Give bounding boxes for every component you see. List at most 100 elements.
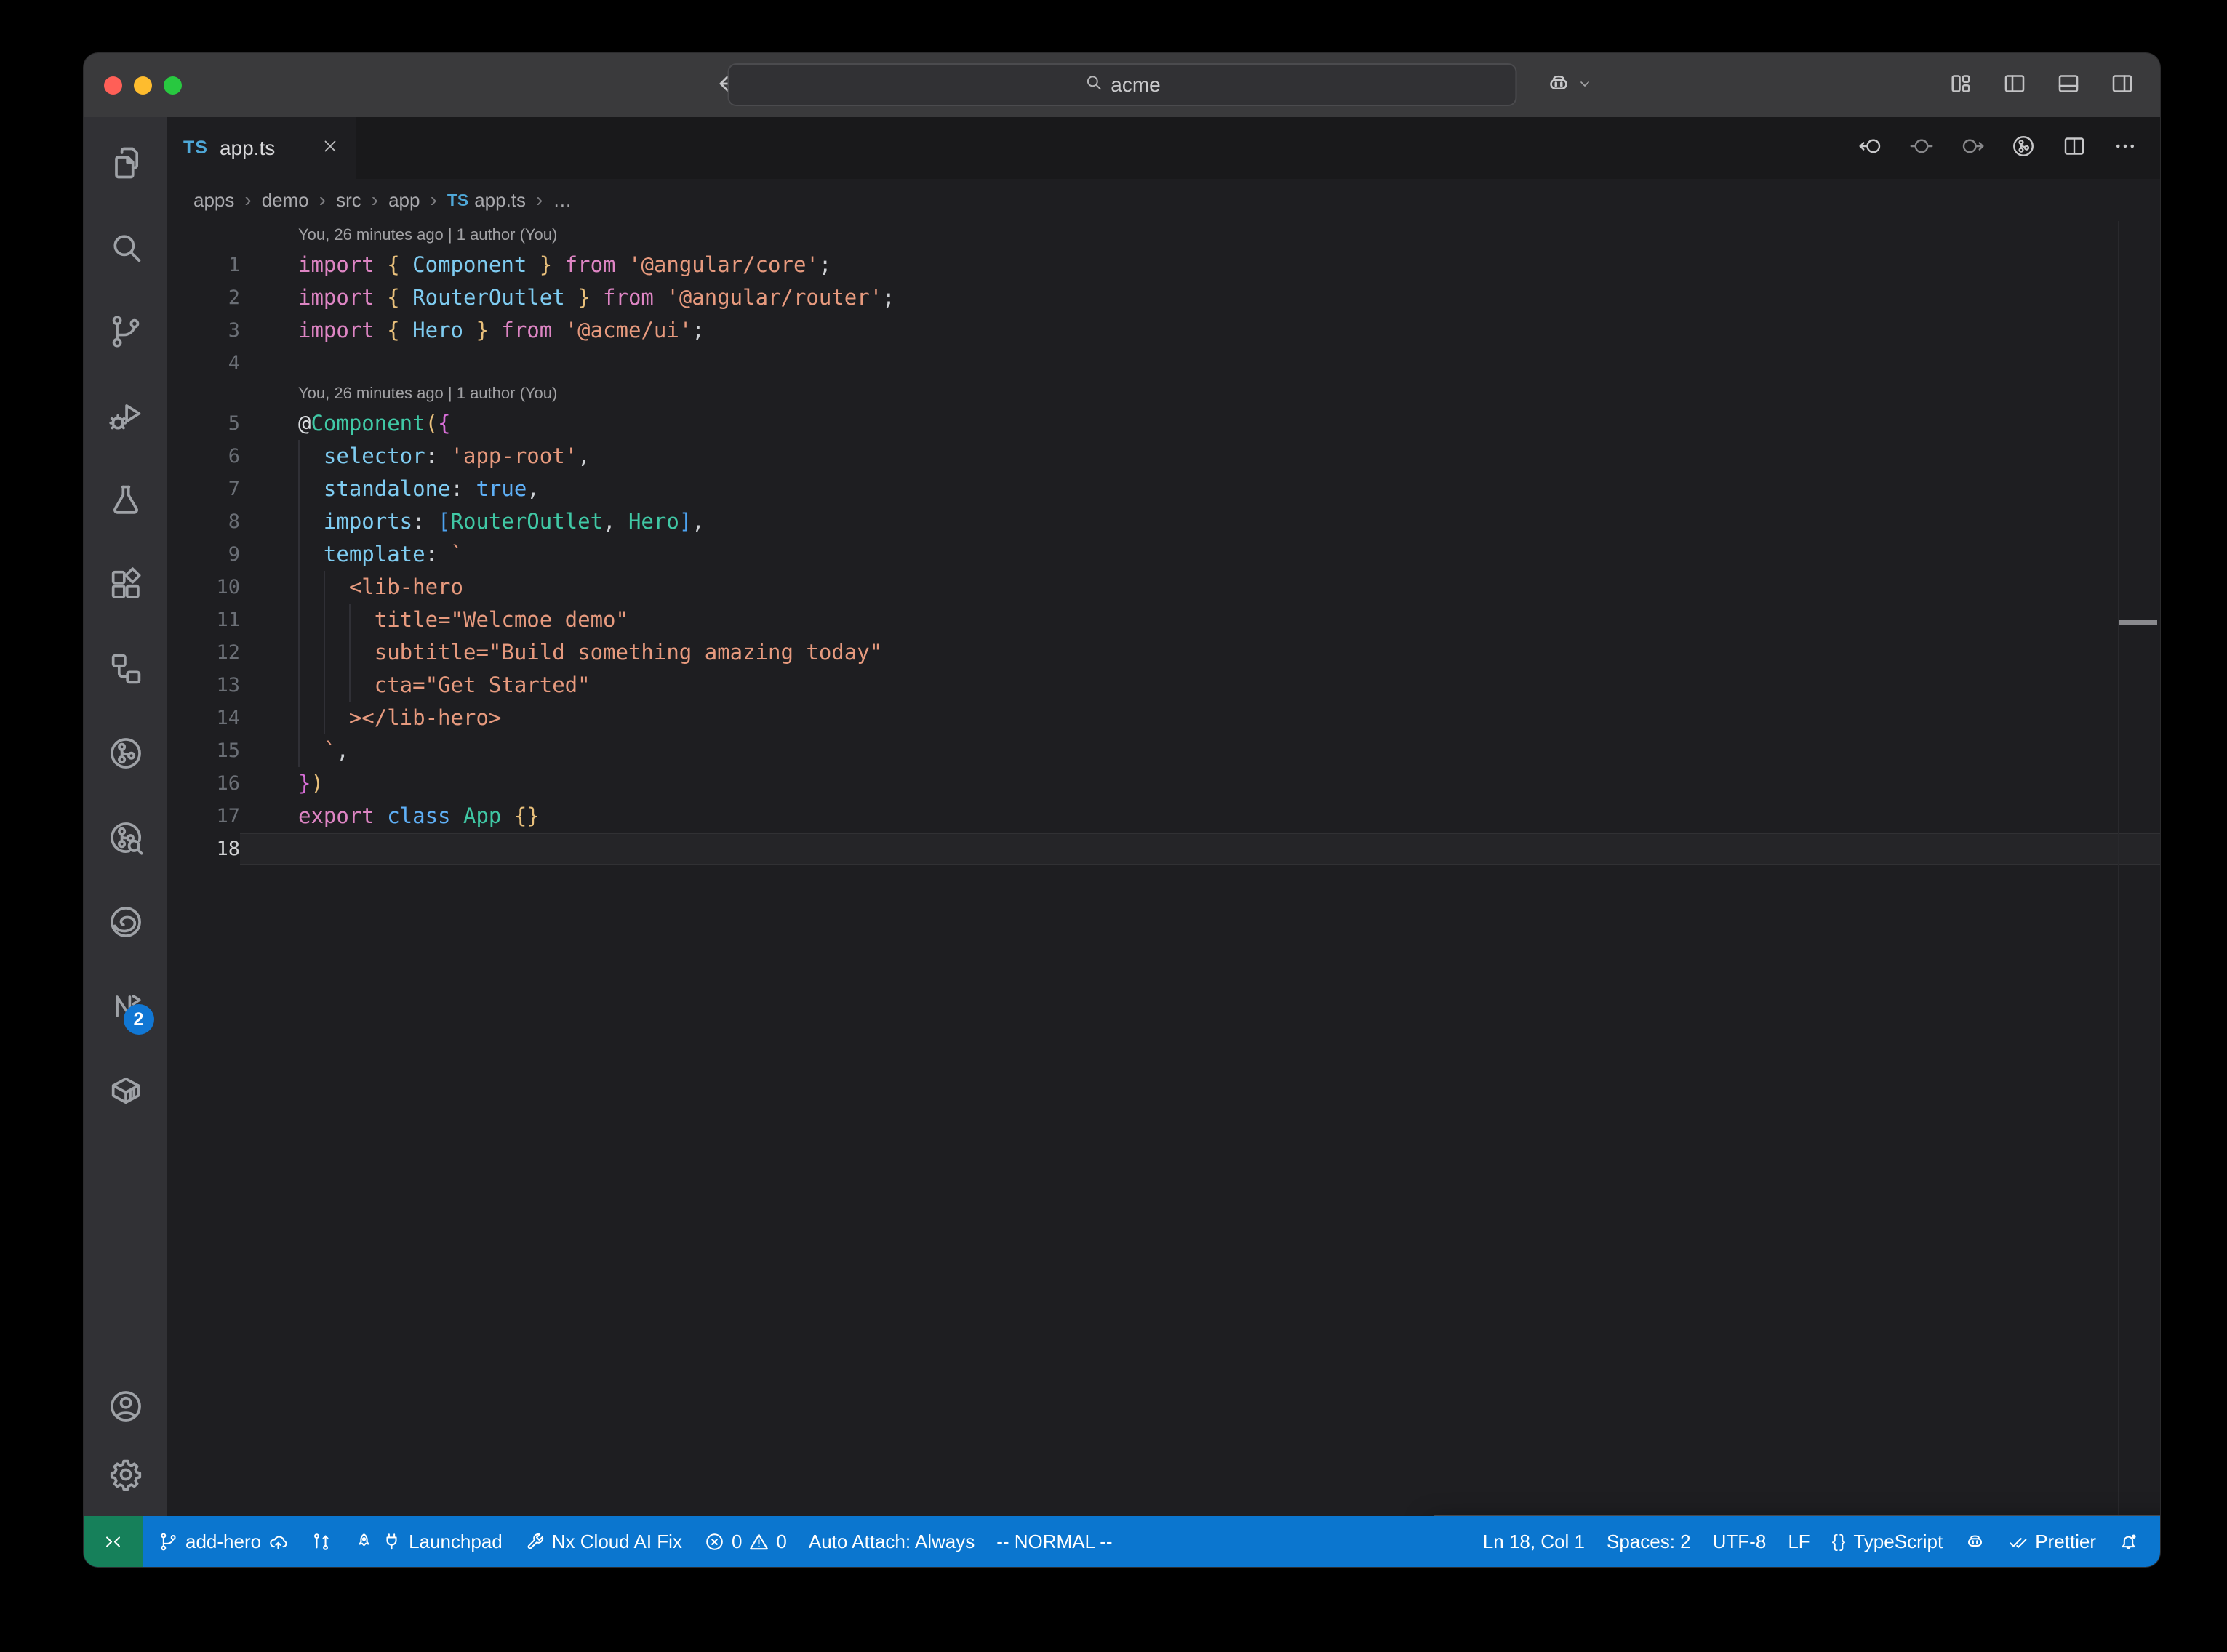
close-window-button[interactable] [104,76,122,95]
indent-guide-line [298,604,300,636]
line-content: import { Hero } from '@acme/ui'; [240,314,2160,347]
code-line[interactable]: 8 imports: [RouterOutlet, Hero], [167,505,2160,538]
status-encoding[interactable]: UTF-8 [1702,1516,1778,1567]
status-indentation[interactable]: Spaces: 2 [1596,1516,1702,1567]
status-notifications-bell[interactable] [2107,1516,2150,1567]
breadcrumb-item[interactable]: demo [262,189,309,212]
line-content: <lib-hero [240,571,2160,604]
status-problems[interactable]: 00 [693,1516,798,1567]
status-cursor-position[interactable]: Ln 18, Col 1 [1472,1516,1596,1567]
activity-search-icon[interactable] [106,228,145,267]
code-line[interactable]: 4 [167,347,2160,380]
status-git-compare[interactable] [300,1516,343,1567]
breadcrumb-item[interactable]: TSapp.ts [447,189,526,212]
status-copilot-status[interactable] [1954,1516,1996,1567]
warning-icon [748,1531,769,1552]
code-line[interactable]: 10 <lib-hero [167,571,2160,604]
search-value: acme [1111,73,1160,97]
toggle-sidebar-left-icon[interactable] [2002,71,2028,100]
status-remote-indicator[interactable] [84,1516,143,1567]
activity-nx-console-icon[interactable]: 2 [106,987,145,1026]
code-line[interactable]: 11 title="Welcmoe demo" [167,604,2160,636]
toggle-sidebar-right-icon[interactable] [2109,71,2135,100]
indent-guide-line [324,636,325,669]
status-git-branch[interactable]: add-hero [147,1516,300,1567]
line-number: 7 [167,473,240,505]
indent-guide-line [298,734,300,767]
minimize-window-button[interactable] [134,76,152,95]
status-nx-cloud-ai-fix[interactable]: Nx Cloud AI Fix [513,1516,693,1567]
indent-guide-line [324,702,325,734]
code-line[interactable]: 2import { RouterOutlet } from '@angular/… [167,281,2160,314]
activity-gitlens-search-icon[interactable] [106,818,145,857]
activity-bar-items: 2 [106,117,145,1387]
nav-forward-icon[interactable] [1959,133,1986,163]
tab-app-ts[interactable]: TS app.ts [167,117,356,179]
activity-project-view-icon[interactable] [106,649,145,689]
code-line[interactable]: 1import { Component } from '@angular/cor… [167,249,2160,281]
breadcrumb-label: app [388,189,420,212]
activity-explorer-icon[interactable] [106,143,145,183]
status-vim-mode[interactable]: -- NORMAL -- [985,1516,1123,1567]
command-center-search[interactable]: acme [727,63,1516,106]
rocket-icon [353,1531,375,1552]
breadcrumb-item[interactable]: … [553,189,572,212]
vscode-window: acme 2 TS ap [84,53,2160,1567]
code-lens[interactable]: You, 26 minutes ago | 1 author (You) [298,380,2160,407]
activity-gitlens-icon[interactable] [106,734,145,773]
code-line[interactable]: 7 standalone: true, [167,473,2160,505]
line-content: template: ` [240,538,2160,571]
activity-accounts-icon[interactable] [106,1387,145,1426]
status-launchpad[interactable]: Launchpad [343,1516,513,1567]
code-line[interactable]: 3import { Hero } from '@acme/ui'; [167,314,2160,347]
breadcrumb-item[interactable]: src [336,189,361,212]
code-line[interactable]: 5@Component({ [167,407,2160,440]
status-eol[interactable]: LF [1777,1516,1820,1567]
more-actions-icon[interactable] [2112,133,2138,163]
indent-guide-line [324,571,325,604]
breadcrumb-item[interactable]: app [388,189,420,212]
activity-run-debug-icon[interactable] [106,396,145,436]
line-content: selector: 'app-root', [240,440,2160,473]
split-editor-icon[interactable] [2061,133,2087,163]
customize-layout-icon[interactable] [1948,71,1974,100]
status-formatter[interactable]: Prettier [1996,1516,2107,1567]
typescript-file-icon: TS [183,137,208,159]
activity-containers-icon[interactable] [106,1071,145,1110]
activity-settings-icon[interactable] [106,1455,145,1494]
activity-extensions-icon[interactable] [106,565,145,604]
code-line[interactable]: 6 selector: 'app-root', [167,440,2160,473]
breadcrumb-item[interactable]: apps [193,189,234,212]
code-line[interactable]: 16}) [167,767,2160,800]
activity-edge-tools-icon[interactable] [106,902,145,942]
code-line[interactable]: 14 ></lib-hero> [167,702,2160,734]
nav-origin-icon[interactable] [1908,133,1935,163]
code-line[interactable]: 13 cta="Get Started" [167,669,2160,702]
copilot-icon [1964,1531,1986,1552]
editor[interactable]: You, 26 minutes ago | 1 author (You)1imp… [167,221,2160,1516]
code-line[interactable]: 12 subtitle="Build something amazing tod… [167,636,2160,669]
activity-source-control-icon[interactable] [106,312,145,351]
close-tab-icon[interactable] [321,137,340,159]
code-line[interactable]: 17export class App {} [167,800,2160,833]
line-content: import { Component } from '@angular/core… [240,249,2160,281]
code-area: You, 26 minutes ago | 1 author (You)1imp… [167,221,2160,865]
scrollbar-track[interactable] [2118,221,2119,1516]
commit-graph-icon[interactable] [2010,133,2036,163]
code-lens[interactable]: You, 26 minutes ago | 1 author (You) [298,221,2160,249]
window-controls [104,76,182,95]
toggle-panel-icon[interactable] [2055,71,2082,100]
branch-icon [158,1531,179,1552]
line-content: title="Welcmoe demo" [240,604,2160,636]
code-line[interactable]: 9 template: ` [167,538,2160,571]
code-line[interactable]: 15 `, [167,734,2160,767]
copilot-menu[interactable] [1546,71,1594,100]
status-auto-attach[interactable]: Auto Attach: Always [798,1516,985,1567]
line-content [240,347,2160,380]
status-language-mode[interactable]: {}TypeScript [1821,1516,1954,1567]
zoom-window-button[interactable] [164,76,182,95]
activity-testing-icon[interactable] [106,481,145,520]
nav-back-icon[interactable] [1858,133,1884,163]
line-number: 1 [167,249,240,281]
code-line[interactable]: 18 [167,833,2160,865]
